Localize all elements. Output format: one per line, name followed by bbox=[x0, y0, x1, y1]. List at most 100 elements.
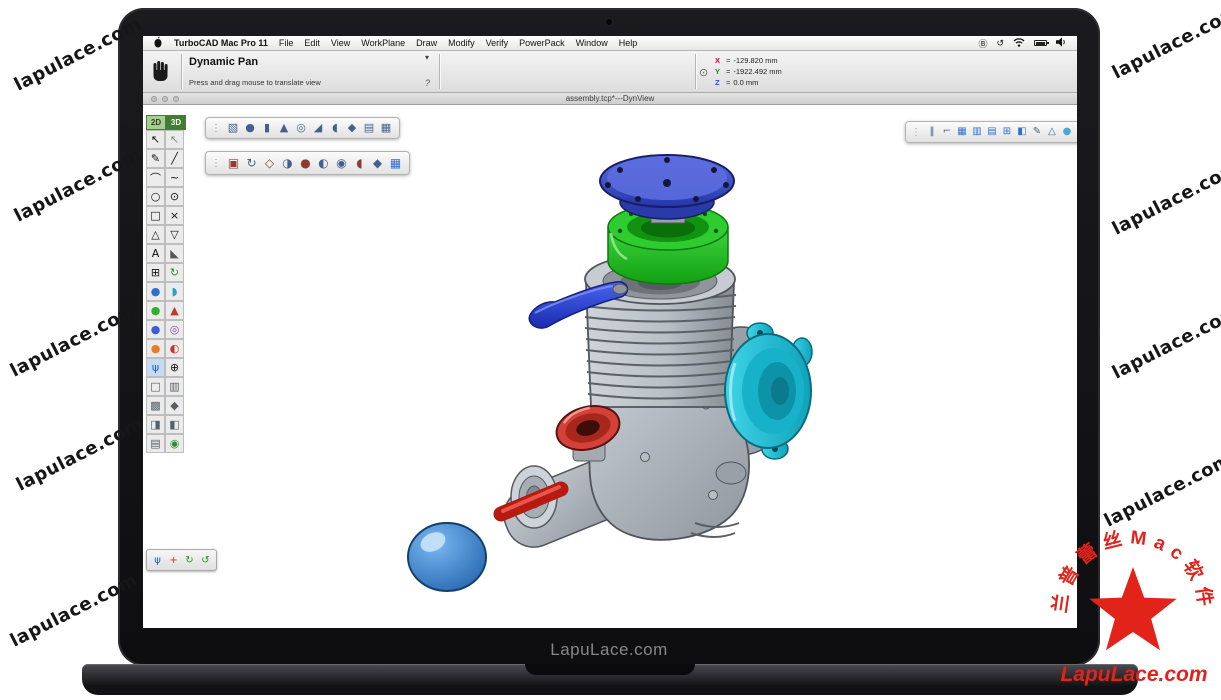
shaded-cube-tool[interactable]: ▩ bbox=[146, 396, 165, 415]
subtract-tool[interactable]: ◐ bbox=[315, 154, 332, 172]
wireframe-cube-tool[interactable]: □ bbox=[146, 377, 165, 396]
pan-hand-tool[interactable]: ψ bbox=[146, 358, 165, 377]
union-tool[interactable]: ● bbox=[297, 154, 314, 172]
orbit-view-tool[interactable]: ↻ bbox=[182, 553, 197, 568]
polygon-alt-tool[interactable]: ▽ bbox=[165, 225, 184, 244]
rotate-3d-tool[interactable]: ↻ bbox=[243, 154, 260, 172]
rectangle-tool[interactable]: □ bbox=[146, 206, 165, 225]
drawing-canvas[interactable]: 2D 3D ↖ ↖ ✎ ╱ ⌒ ~ ○ bbox=[143, 105, 1077, 628]
menu-item[interactable]: Edit bbox=[304, 38, 320, 48]
spin-view-tool[interactable]: ↺ bbox=[198, 553, 213, 568]
sphere-amber-tool[interactable]: ● bbox=[146, 339, 165, 358]
tab-2d[interactable]: 2D bbox=[146, 115, 166, 130]
minimize-window-button[interactable] bbox=[162, 96, 168, 102]
pattern-tool[interactable]: ▦ bbox=[387, 154, 404, 172]
move-view-tool[interactable]: + bbox=[166, 553, 181, 568]
sphere-tool[interactable]: ● bbox=[146, 282, 165, 301]
box-tool[interactable]: ▧ bbox=[225, 120, 241, 136]
sphere-green-tool[interactable]: ● bbox=[146, 301, 165, 320]
pan-view-tool[interactable]: ψ bbox=[150, 553, 165, 568]
time-machine-icon[interactable]: ↺ bbox=[996, 38, 1004, 49]
select-tool[interactable]: ↖ bbox=[146, 130, 165, 149]
boom-icon[interactable]: Ⓑ bbox=[978, 37, 987, 50]
cube-face-tool[interactable]: ◨ bbox=[146, 415, 165, 434]
help-button[interactable]: ? bbox=[425, 78, 430, 88]
boolean-tool[interactable]: ◐ bbox=[165, 339, 184, 358]
direct-select-tool[interactable]: ↖ bbox=[165, 130, 184, 149]
hemisphere-tool[interactable]: ◗ bbox=[165, 282, 184, 301]
polygon-tool[interactable]: △ bbox=[146, 225, 165, 244]
rotate-tool[interactable]: ↻ bbox=[165, 263, 184, 282]
mirror-tool[interactable]: ◑ bbox=[279, 154, 296, 172]
pen-tool[interactable]: ✎ bbox=[146, 149, 165, 168]
move-copy-tool[interactable]: ▣ bbox=[225, 154, 242, 172]
split-view-tool[interactable]: ⊞ bbox=[1000, 124, 1014, 140]
wifi-icon[interactable] bbox=[1013, 38, 1025, 49]
row-view-tool[interactable]: ▤ bbox=[985, 124, 999, 140]
battery-icon[interactable] bbox=[1034, 40, 1047, 46]
menu-item[interactable]: PowerPack bbox=[519, 38, 565, 48]
grid-toggle[interactable]: ▦ bbox=[955, 124, 969, 140]
menu-item[interactable]: WorkPlane bbox=[361, 38, 405, 48]
shell-tool[interactable]: ◉ bbox=[333, 154, 350, 172]
layers-tool[interactable]: ▤ bbox=[146, 434, 165, 453]
axis-label: Y bbox=[715, 66, 723, 77]
torus-primitive-tool[interactable]: ◎ bbox=[293, 120, 309, 136]
cylinder-tool[interactable]: ▮ bbox=[259, 120, 275, 136]
apple-menu[interactable] bbox=[153, 36, 163, 50]
sphere-navy-tool[interactable]: ● bbox=[146, 320, 165, 339]
corner-tool[interactable]: ⌐ bbox=[940, 124, 954, 140]
toolbar-grip-icon[interactable]: ⋮ bbox=[211, 123, 221, 134]
fillet-tool[interactable]: ◣ bbox=[165, 244, 184, 263]
close-window-button[interactable] bbox=[151, 96, 157, 102]
annotate-tool[interactable]: ✎ bbox=[1030, 124, 1044, 140]
camera-tool[interactable]: △ bbox=[1045, 124, 1059, 140]
erase-tool[interactable]: × bbox=[165, 206, 184, 225]
menu-item[interactable]: Window bbox=[576, 38, 608, 48]
world-view-tool[interactable]: ◉ bbox=[165, 434, 184, 453]
cone-primitive-tool[interactable]: ▲ bbox=[276, 120, 292, 136]
curve-tool[interactable]: ~ bbox=[165, 168, 184, 187]
extrude-tool[interactable]: ▤ bbox=[361, 120, 377, 136]
menu-item[interactable]: Draw bbox=[416, 38, 437, 48]
app-menu[interactable]: TurboCAD Mac Pro 11 bbox=[174, 38, 268, 48]
mesh-tool[interactable]: ▦ bbox=[378, 120, 394, 136]
tool-dropdown-icon[interactable]: ▾ bbox=[425, 53, 429, 62]
menu-item[interactable]: Help bbox=[619, 38, 638, 48]
render-options-tool[interactable]: ◆ bbox=[165, 396, 184, 415]
hemisphere-primitive-tool[interactable]: ◖ bbox=[327, 120, 343, 136]
prism-tool[interactable]: ◆ bbox=[344, 120, 360, 136]
text-tool[interactable]: A bbox=[146, 244, 165, 263]
menu-item[interactable]: Modify bbox=[448, 38, 475, 48]
tab-3d[interactable]: 3D bbox=[166, 115, 186, 130]
cloud-render-tool[interactable]: ● bbox=[1060, 124, 1074, 140]
wedge-tool[interactable]: ◢ bbox=[310, 120, 326, 136]
concentric-tool[interactable]: ⊙ bbox=[165, 187, 184, 206]
dimension-tool[interactable]: ⊞ bbox=[146, 263, 165, 282]
shade-view-tool[interactable]: ◧ bbox=[1015, 124, 1029, 140]
toolbar-grip-icon[interactable]: ⋮ bbox=[911, 127, 921, 138]
volume-icon[interactable] bbox=[1056, 37, 1067, 49]
arc-tool[interactable]: ⌒ bbox=[146, 168, 165, 187]
pane-view-tool[interactable]: ▥ bbox=[970, 124, 984, 140]
line-tool[interactable]: ╱ bbox=[165, 149, 184, 168]
ruler-tool[interactable]: ‖ bbox=[925, 124, 939, 140]
tool-hint: Press and drag mouse to translate view bbox=[189, 78, 321, 87]
fillet-3d-tool[interactable]: ◖ bbox=[351, 154, 368, 172]
menu-item[interactable]: File bbox=[279, 38, 294, 48]
cone-tool[interactable]: ▲ bbox=[165, 301, 184, 320]
toolbar-grip-icon[interactable]: ⋮ bbox=[211, 158, 221, 169]
cube-edge-tool[interactable]: ◧ bbox=[165, 415, 184, 434]
zoom-tool[interactable]: ⊕ bbox=[165, 358, 184, 377]
primitives-toolbar: ⋮ ▧●▮▲◎◢◖◆▤▦ bbox=[205, 117, 400, 139]
menu-item[interactable]: Verify bbox=[486, 38, 509, 48]
multiview-tool[interactable]: ▥ bbox=[165, 377, 184, 396]
torus-tool[interactable]: ◎ bbox=[165, 320, 184, 339]
circle-tool[interactable]: ○ bbox=[146, 187, 165, 206]
menu-item[interactable]: View bbox=[331, 38, 350, 48]
scale-tool[interactable]: ◇ bbox=[261, 154, 278, 172]
sphere-primitive-tool[interactable]: ● bbox=[242, 120, 258, 136]
chamfer-tool[interactable]: ◆ bbox=[369, 154, 386, 172]
zoom-window-button[interactable] bbox=[173, 96, 179, 102]
window-controls bbox=[151, 96, 179, 102]
